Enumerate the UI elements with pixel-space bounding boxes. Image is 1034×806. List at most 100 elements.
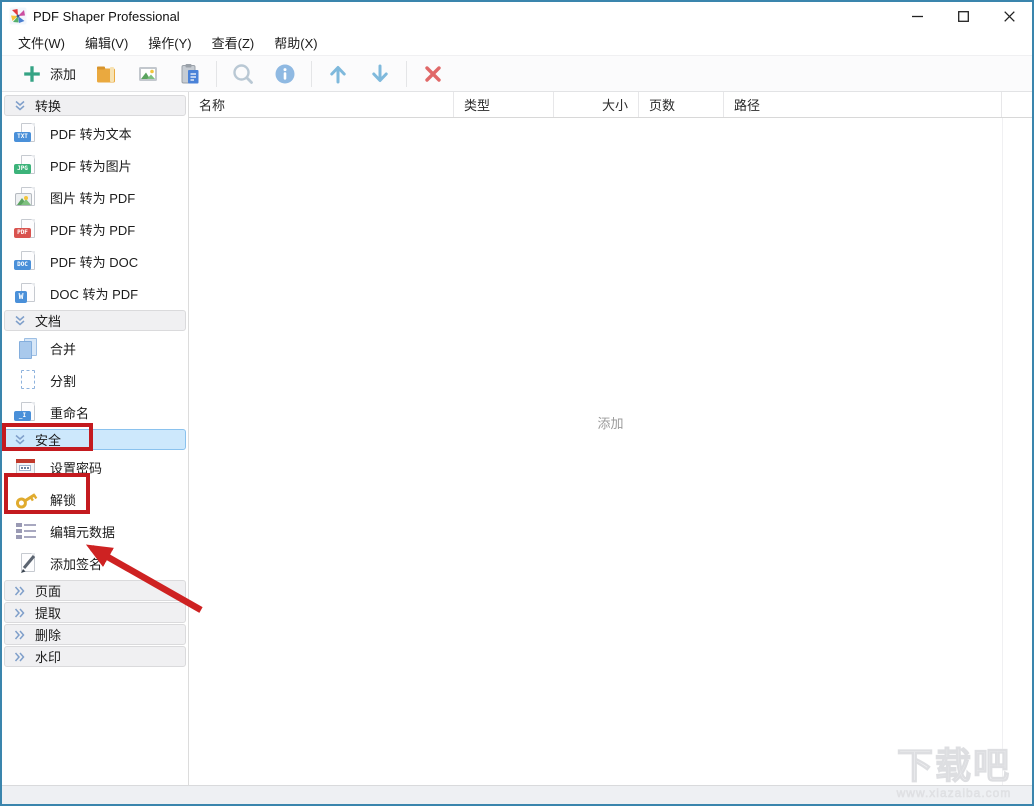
toolbar-separator [216,61,217,87]
maximize-button[interactable] [940,2,986,30]
menu-view[interactable]: 查看(Z) [202,30,265,55]
menu-edit[interactable]: 编辑(V) [75,30,138,55]
section-label: 水印 [35,647,61,666]
paste-icon [178,62,202,86]
add-button[interactable]: 添加 [12,59,85,89]
chevron-double-right-icon [14,607,26,619]
section-header-convert[interactable]: 转换 [4,95,186,116]
close-icon [1004,11,1015,22]
file-list-area[interactable]: 名称 类型 大小 页数 路径 添加 [189,92,1032,785]
open-folder-icon [94,62,118,86]
open-folder-button[interactable] [85,59,127,89]
sidebar-item-label: 编辑元数据 [50,522,115,541]
section-header-delete[interactable]: 删除 [4,624,186,645]
sidebar-item-split[interactable]: 分割 [2,364,188,396]
chevron-double-right-icon [14,629,26,641]
menu-file[interactable]: 文件(W) [8,30,75,55]
sidebar-item-label: 设置密码 [50,458,102,477]
info-icon [273,62,297,86]
menu-help[interactable]: 帮助(X) [264,30,327,55]
sidebar-item-merge[interactable]: 合并 [2,332,188,364]
section-label: 提取 [35,603,61,622]
minimize-icon [912,11,923,22]
window-title: PDF Shaper Professional [33,9,180,24]
sidebar-item-label: 图片 转为 PDF [50,188,135,207]
sidebar: 转换 TXT PDF 转为文本 JPG PDF 转为图片 图片 转为 PDF P… [2,92,189,785]
column-header-size[interactable]: 大小 [554,92,639,117]
search-icon [231,62,255,86]
jpg-file-icon: JPG [13,152,39,178]
delete-icon [421,62,445,86]
sidebar-item-doc-to-pdf[interactable]: W DOC 转为 PDF [2,277,188,309]
sidebar-item-rename[interactable]: _I 重命名 [2,396,188,428]
sidebar-item-label: PDF 转为图片 [50,156,132,175]
app-window: PDF Shaper Professional 文件(W) 编辑(V) 操作(Y… [0,0,1034,806]
section-label: 页面 [35,581,61,600]
split-icon [13,367,39,393]
app-body: 转换 TXT PDF 转为文本 JPG PDF 转为图片 图片 转为 PDF P… [2,92,1032,785]
add-button-label: 添加 [50,64,76,83]
sidebar-item-label: 重命名 [50,403,89,422]
status-bar [2,785,1032,806]
paste-button[interactable] [169,59,211,89]
doc-file-icon: DOC [13,248,39,274]
chevron-double-down-icon [14,100,26,112]
menu-actions[interactable]: 操作(Y) [138,30,201,55]
sidebar-item-label: PDF 转为 PDF [50,220,135,239]
rename-icon: _I [13,399,39,425]
sidebar-item-label: 添加签名 [50,554,102,573]
sidebar-item-set-password[interactable]: 设置密码 [2,451,188,483]
section-header-extract[interactable]: 提取 [4,602,186,623]
signature-icon [13,550,39,576]
add-image-button[interactable] [127,59,169,89]
section-label: 删除 [35,625,61,644]
app-logo-icon [9,7,27,25]
sidebar-item-pdf-to-doc[interactable]: DOC PDF 转为 DOC [2,245,188,277]
column-header-pages[interactable]: 页数 [639,92,724,117]
sidebar-item-label: 解锁 [50,490,76,509]
image-icon [136,62,160,86]
image-file-icon [13,184,39,210]
section-header-pages[interactable]: 页面 [4,580,186,601]
sidebar-item-label: PDF 转为 DOC [50,252,138,271]
toolbar-separator [311,61,312,87]
close-button[interactable] [986,2,1032,30]
toolbar: 添加 [2,55,1032,92]
section-header-watermark[interactable]: 水印 [4,646,186,667]
sidebar-item-add-signature[interactable]: 添加签名 [2,547,188,579]
section-header-security[interactable]: 安全 [4,429,186,450]
sidebar-item-label: DOC 转为 PDF [50,284,138,303]
sidebar-item-unlock[interactable]: 解锁 [2,483,188,515]
column-header-spacer [1002,92,1032,117]
sidebar-item-edit-metadata[interactable]: 编辑元数据 [2,515,188,547]
sidebar-item-pdf-to-pdf[interactable]: PDF PDF 转为 PDF [2,213,188,245]
chevron-double-down-icon [14,434,26,446]
file-table-header: 名称 类型 大小 页数 路径 [189,92,1032,118]
delete-button[interactable] [412,59,454,89]
sidebar-item-pdf-to-image[interactable]: JPG PDF 转为图片 [2,149,188,181]
section-header-document[interactable]: 文档 [4,310,186,331]
txt-file-icon: TXT [13,120,39,146]
minimize-button[interactable] [894,2,940,30]
section-label: 文档 [35,311,61,330]
sidebar-item-label: 分割 [50,371,76,390]
move-down-icon [368,62,392,86]
column-header-path[interactable]: 路径 [724,92,1002,117]
move-up-button[interactable] [317,59,359,89]
word-file-icon: W [13,280,39,306]
column-header-type[interactable]: 类型 [454,92,554,117]
move-down-button[interactable] [359,59,401,89]
add-plus-icon [21,63,43,85]
section-label: 转换 [35,96,61,115]
password-icon [13,454,39,480]
column-header-name[interactable]: 名称 [189,92,454,117]
pdf-file-icon: PDF [13,216,39,242]
chevron-double-down-icon [14,315,26,327]
chevron-double-right-icon [14,585,26,597]
sidebar-item-label: PDF 转为文本 [50,124,132,143]
metadata-icon [13,518,39,544]
sidebar-item-image-to-pdf[interactable]: 图片 转为 PDF [2,181,188,213]
search-button[interactable] [222,59,264,89]
info-button[interactable] [264,59,306,89]
sidebar-item-pdf-to-text[interactable]: TXT PDF 转为文本 [2,117,188,149]
